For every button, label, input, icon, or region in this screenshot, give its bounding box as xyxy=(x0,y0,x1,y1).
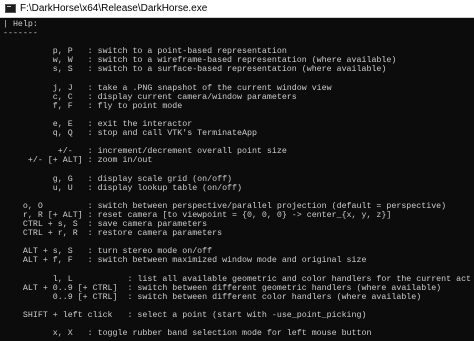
console-line: SHIFT + left click : select a point (sta… xyxy=(3,311,367,320)
title-bar[interactable]: F:\DarkHorse\x64\Release\DarkHorse.exe xyxy=(0,0,474,18)
console-line: x, X : toggle rubber band selection mode… xyxy=(3,329,372,339)
console-app-icon xyxy=(5,4,16,13)
console-line: | Help: xyxy=(3,20,38,29)
console-line: c, C : display current camera/window par… xyxy=(3,92,297,102)
console-line: f, F : fly to point mode xyxy=(3,101,183,111)
console-line: s, S : switch to a surface-based represe… xyxy=(3,65,387,75)
console-line: 0..9 [+ CTRL] : switch between different… xyxy=(3,292,422,302)
window-title: F:\DarkHorse\x64\Release\DarkHorse.exe xyxy=(20,3,208,14)
console-line: ------- xyxy=(3,29,38,39)
console-output[interactable]: | Help: ------- p, P : switch to a point-… xyxy=(3,20,471,341)
console-line: CTRL + s, S : save camera parameters xyxy=(3,220,208,230)
console-line: g, G : display scale grid (on/off) xyxy=(3,174,233,184)
console-line: CTRL + r, R : restore camera parameters xyxy=(3,229,223,239)
console-line: u, U : display lookup table (on/off) xyxy=(3,183,242,193)
console-line: l, L : list all available geometric and … xyxy=(3,274,471,284)
console-line: e, E : exit the interactor xyxy=(3,120,193,130)
console-line: q, Q : stop and call VTK's TerminateApp xyxy=(3,129,257,139)
console-line: r, R [+ ALT] : reset camera [to viewpoin… xyxy=(3,210,392,220)
console-line: ALT + 0..9 [+ CTRL] : switch between dif… xyxy=(3,283,442,293)
console-window: F:\DarkHorse\x64\Release\DarkHorse.exe |… xyxy=(0,0,474,341)
console-line: ALT + f, F : switch between maximized wi… xyxy=(3,256,367,266)
console-line: j, J : take a .PNG snapshot of the curre… xyxy=(3,83,332,93)
console-line: o, O : switch between perspective/parall… xyxy=(3,201,447,211)
console-line: +/- [+ ALT] : zoom in/out xyxy=(3,156,153,166)
console-line: p, P : switch to a point-based represent… xyxy=(3,47,287,57)
